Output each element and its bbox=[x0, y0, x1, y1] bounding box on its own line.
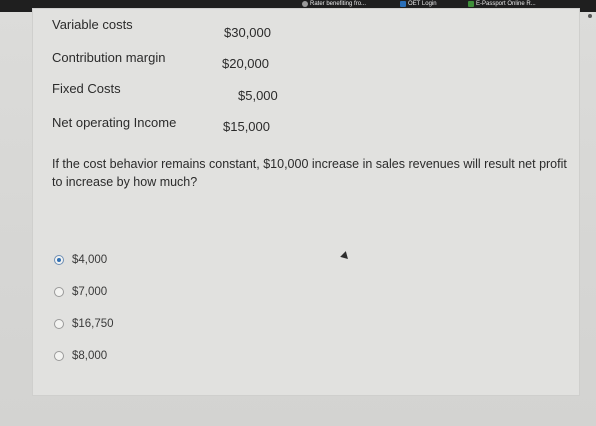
bookmark-label: OET Login bbox=[408, 1, 437, 7]
radio-icon[interactable] bbox=[54, 287, 64, 297]
question-text: If the cost behavior remains constant, $… bbox=[52, 157, 567, 189]
bookmark-label: Rater benefiting fro... bbox=[310, 1, 367, 7]
bookmark-rater[interactable]: Rater benefiting fro... bbox=[302, 1, 366, 7]
radio-icon[interactable] bbox=[54, 319, 64, 329]
row-label-net-operating-income: Net operating Income bbox=[52, 115, 177, 130]
answer-option-label: $4,000 bbox=[72, 254, 108, 266]
globe-icon bbox=[302, 1, 308, 7]
bookmark-oet-login[interactable]: OET Login bbox=[400, 1, 437, 7]
screen: Rater benefiting fro... OET Login E-Pass… bbox=[0, 0, 596, 426]
answer-option-4[interactable]: $8,000 bbox=[54, 350, 107, 362]
answer-option-1[interactable]: $4,000 bbox=[54, 254, 107, 266]
row-label-contribution-margin: Contribution margin bbox=[52, 50, 166, 65]
bookmark-epassport[interactable]: E-Passport Online R... bbox=[468, 1, 536, 7]
row-value-contribution-margin: $20,000 bbox=[222, 56, 269, 71]
row-label-fixed-costs: Fixed Costs bbox=[52, 81, 121, 96]
question-card bbox=[32, 8, 580, 396]
answer-option-label: $7,000 bbox=[72, 286, 108, 298]
bookmark-label: E-Passport Online R... bbox=[476, 1, 536, 7]
scroll-indicator[interactable] bbox=[588, 14, 592, 18]
bookmark-icon bbox=[468, 1, 474, 7]
row-value-fixed-costs: $5,000 bbox=[238, 88, 278, 103]
row-label-variable-costs: Variable costs bbox=[52, 17, 133, 32]
answer-option-label: $16,750 bbox=[72, 318, 114, 330]
radio-selected-icon[interactable] bbox=[54, 255, 64, 265]
answer-option-2[interactable]: $7,000 bbox=[54, 286, 107, 298]
answer-option-3[interactable]: $16,750 bbox=[54, 318, 114, 330]
row-value-net-operating-income: $15,000 bbox=[223, 119, 270, 134]
row-value-variable-costs: $30,000 bbox=[224, 25, 271, 40]
oet-icon bbox=[400, 1, 406, 7]
answer-option-label: $8,000 bbox=[72, 350, 108, 362]
radio-icon[interactable] bbox=[54, 351, 64, 361]
